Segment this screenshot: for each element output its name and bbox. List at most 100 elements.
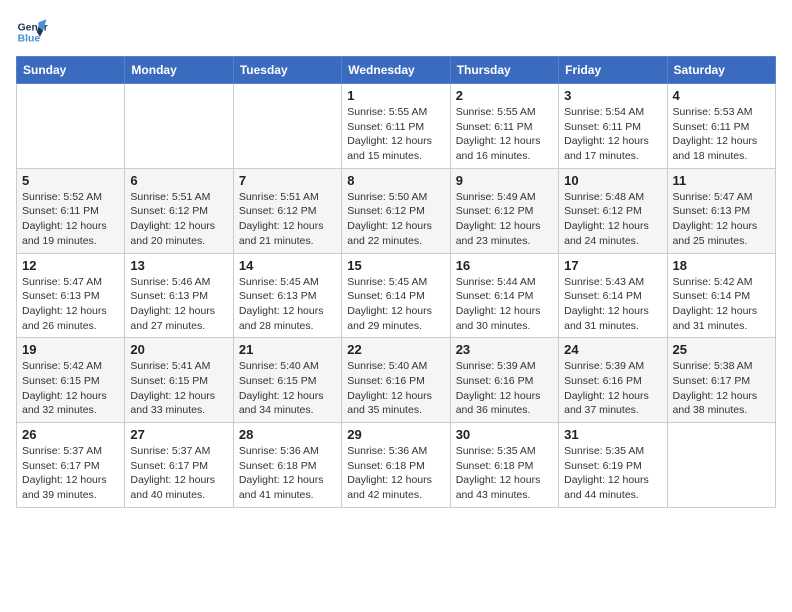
page-header: General Blue <box>16 16 776 48</box>
day-info: Sunrise: 5:48 AM Sunset: 6:12 PM Dayligh… <box>564 190 661 249</box>
svg-text:Blue: Blue <box>18 34 41 45</box>
calendar-cell: 26 Sunrise: 5:37 AM Sunset: 6:17 PM Dayli… <box>17 423 125 508</box>
calendar-cell: 28 Sunrise: 5:36 AM Sunset: 6:18 PM Dayli… <box>233 423 341 508</box>
header-sunday: Sunday <box>17 57 125 84</box>
day-number: 25 <box>673 342 770 357</box>
calendar-cell: 11 Sunrise: 5:47 AM Sunset: 6:13 PM Dayli… <box>667 168 775 253</box>
calendar-week-1: 1 Sunrise: 5:55 AM Sunset: 6:11 PM Daylig… <box>17 84 776 169</box>
day-info: Sunrise: 5:39 AM Sunset: 6:16 PM Dayligh… <box>564 359 661 418</box>
calendar-cell: 27 Sunrise: 5:37 AM Sunset: 6:17 PM Dayli… <box>125 423 233 508</box>
day-info: Sunrise: 5:35 AM Sunset: 6:18 PM Dayligh… <box>456 444 553 503</box>
calendar-cell <box>233 84 341 169</box>
day-number: 26 <box>22 427 119 442</box>
calendar-week-2: 5Sunrise: 5:52 AM Sunset: 6:11 PM Daylig… <box>17 168 776 253</box>
day-info: Sunrise: 5:42 AM Sunset: 6:14 PM Dayligh… <box>673 275 770 334</box>
day-number: 18 <box>673 258 770 273</box>
day-info: Sunrise: 5:55 AM Sunset: 6:11 PM Dayligh… <box>347 105 444 164</box>
day-number: 30 <box>456 427 553 442</box>
day-info: Sunrise: 5:38 AM Sunset: 6:17 PM Dayligh… <box>673 359 770 418</box>
calendar-cell: 12 Sunrise: 5:47 AM Sunset: 6:13 PM Dayli… <box>17 253 125 338</box>
calendar-week-4: 19 Sunrise: 5:42 AM Sunset: 6:15 PM Dayli… <box>17 338 776 423</box>
day-number: 19 <box>22 342 119 357</box>
calendar-cell: 1 Sunrise: 5:55 AM Sunset: 6:11 PM Daylig… <box>342 84 450 169</box>
calendar-cell: 31 Sunrise: 5:35 AM Sunset: 6:19 PM Dayli… <box>559 423 667 508</box>
calendar-table: SundayMondayTuesdayWednesdayThursdayFrid… <box>16 56 776 508</box>
calendar-cell <box>125 84 233 169</box>
day-number: 1 <box>347 88 444 103</box>
calendar-cell: 13Sunrise: 5:46 AM Sunset: 6:13 PM Dayli… <box>125 253 233 338</box>
calendar-cell: 22 Sunrise: 5:40 AM Sunset: 6:16 PM Dayli… <box>342 338 450 423</box>
day-number: 29 <box>347 427 444 442</box>
day-number: 8 <box>347 173 444 188</box>
calendar-cell: 3 Sunrise: 5:54 AM Sunset: 6:11 PM Daylig… <box>559 84 667 169</box>
day-number: 27 <box>130 427 227 442</box>
calendar-week-5: 26 Sunrise: 5:37 AM Sunset: 6:17 PM Dayli… <box>17 423 776 508</box>
day-number: 3 <box>564 88 661 103</box>
calendar-cell: 4Sunrise: 5:53 AM Sunset: 6:11 PM Daylig… <box>667 84 775 169</box>
day-number: 31 <box>564 427 661 442</box>
calendar-cell: 21 Sunrise: 5:40 AM Sunset: 6:15 PM Dayli… <box>233 338 341 423</box>
day-number: 17 <box>564 258 661 273</box>
calendar-cell: 6 Sunrise: 5:51 AM Sunset: 6:12 PM Daylig… <box>125 168 233 253</box>
day-info: Sunrise: 5:47 AM Sunset: 6:13 PM Dayligh… <box>673 190 770 249</box>
day-number: 21 <box>239 342 336 357</box>
day-info: Sunrise: 5:45 AM Sunset: 6:14 PM Dayligh… <box>347 275 444 334</box>
day-info: Sunrise: 5:51 AM Sunset: 6:12 PM Dayligh… <box>130 190 227 249</box>
day-number: 9 <box>456 173 553 188</box>
header-monday: Monday <box>125 57 233 84</box>
day-number: 10 <box>564 173 661 188</box>
header-thursday: Thursday <box>450 57 558 84</box>
day-info: Sunrise: 5:46 AM Sunset: 6:13 PM Dayligh… <box>130 275 227 334</box>
day-info: Sunrise: 5:35 AM Sunset: 6:19 PM Dayligh… <box>564 444 661 503</box>
day-number: 11 <box>673 173 770 188</box>
day-info: Sunrise: 5:51 AM Sunset: 6:12 PM Dayligh… <box>239 190 336 249</box>
logo: General Blue <box>16 16 54 48</box>
day-info: Sunrise: 5:43 AM Sunset: 6:14 PM Dayligh… <box>564 275 661 334</box>
header-friday: Friday <box>559 57 667 84</box>
day-info: Sunrise: 5:42 AM Sunset: 6:15 PM Dayligh… <box>22 359 119 418</box>
day-info: Sunrise: 5:40 AM Sunset: 6:15 PM Dayligh… <box>239 359 336 418</box>
day-info: Sunrise: 5:44 AM Sunset: 6:14 PM Dayligh… <box>456 275 553 334</box>
day-info: Sunrise: 5:36 AM Sunset: 6:18 PM Dayligh… <box>347 444 444 503</box>
calendar-cell: 20 Sunrise: 5:41 AM Sunset: 6:15 PM Dayli… <box>125 338 233 423</box>
calendar-cell: 14 Sunrise: 5:45 AM Sunset: 6:13 PM Dayli… <box>233 253 341 338</box>
calendar-cell: 19 Sunrise: 5:42 AM Sunset: 6:15 PM Dayli… <box>17 338 125 423</box>
calendar-cell <box>667 423 775 508</box>
day-number: 20 <box>130 342 227 357</box>
day-number: 16 <box>456 258 553 273</box>
day-info: Sunrise: 5:37 AM Sunset: 6:17 PM Dayligh… <box>22 444 119 503</box>
day-info: Sunrise: 5:54 AM Sunset: 6:11 PM Dayligh… <box>564 105 661 164</box>
day-number: 28 <box>239 427 336 442</box>
calendar-cell: 10 Sunrise: 5:48 AM Sunset: 6:12 PM Dayli… <box>559 168 667 253</box>
day-number: 22 <box>347 342 444 357</box>
calendar-cell: 29 Sunrise: 5:36 AM Sunset: 6:18 PM Dayli… <box>342 423 450 508</box>
calendar-cell: 23Sunrise: 5:39 AM Sunset: 6:16 PM Dayli… <box>450 338 558 423</box>
day-number: 24 <box>564 342 661 357</box>
day-info: Sunrise: 5:41 AM Sunset: 6:15 PM Dayligh… <box>130 359 227 418</box>
header-saturday: Saturday <box>667 57 775 84</box>
day-number: 4 <box>673 88 770 103</box>
calendar-cell: 7Sunrise: 5:51 AM Sunset: 6:12 PM Daylig… <box>233 168 341 253</box>
calendar-cell: 5Sunrise: 5:52 AM Sunset: 6:11 PM Daylig… <box>17 168 125 253</box>
day-number: 15 <box>347 258 444 273</box>
day-info: Sunrise: 5:47 AM Sunset: 6:13 PM Dayligh… <box>22 275 119 334</box>
day-info: Sunrise: 5:45 AM Sunset: 6:13 PM Dayligh… <box>239 275 336 334</box>
calendar-cell: 25 Sunrise: 5:38 AM Sunset: 6:17 PM Dayli… <box>667 338 775 423</box>
logo-icon: General Blue <box>16 16 48 48</box>
day-number: 23 <box>456 342 553 357</box>
day-number: 14 <box>239 258 336 273</box>
calendar-cell: 30 Sunrise: 5:35 AM Sunset: 6:18 PM Dayli… <box>450 423 558 508</box>
day-info: Sunrise: 5:49 AM Sunset: 6:12 PM Dayligh… <box>456 190 553 249</box>
day-info: Sunrise: 5:52 AM Sunset: 6:11 PM Dayligh… <box>22 190 119 249</box>
day-info: Sunrise: 5:36 AM Sunset: 6:18 PM Dayligh… <box>239 444 336 503</box>
day-info: Sunrise: 5:40 AM Sunset: 6:16 PM Dayligh… <box>347 359 444 418</box>
calendar-cell: 15 Sunrise: 5:45 AM Sunset: 6:14 PM Dayli… <box>342 253 450 338</box>
calendar-week-3: 12 Sunrise: 5:47 AM Sunset: 6:13 PM Dayli… <box>17 253 776 338</box>
day-number: 2 <box>456 88 553 103</box>
calendar-cell: 2Sunrise: 5:55 AM Sunset: 6:11 PM Daylig… <box>450 84 558 169</box>
day-number: 12 <box>22 258 119 273</box>
day-info: Sunrise: 5:37 AM Sunset: 6:17 PM Dayligh… <box>130 444 227 503</box>
day-number: 6 <box>130 173 227 188</box>
calendar-header-row: SundayMondayTuesdayWednesdayThursdayFrid… <box>17 57 776 84</box>
header-wednesday: Wednesday <box>342 57 450 84</box>
